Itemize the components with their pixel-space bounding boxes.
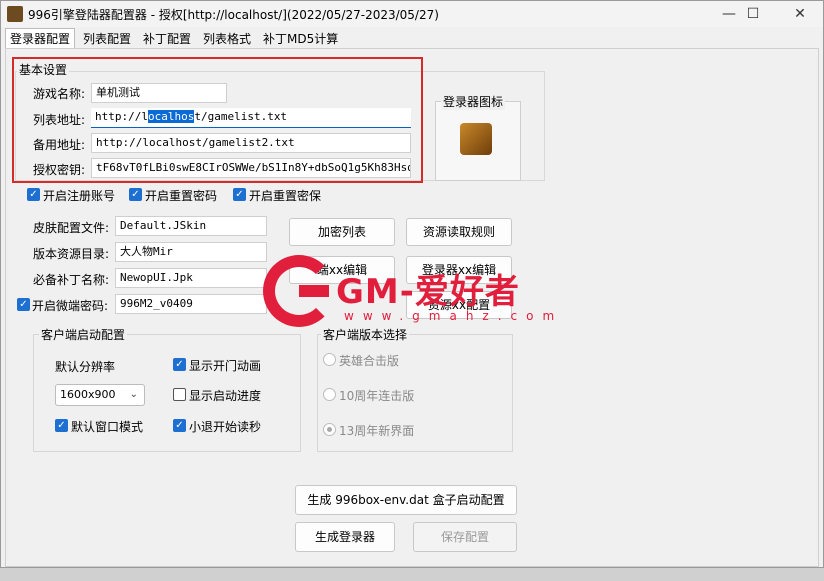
version-10th-label: 10周年连击版 (339, 389, 415, 403)
res-dir-label: 版本资源目录: (33, 247, 110, 261)
desktop-strip (0, 568, 824, 581)
maximize-button[interactable]: ☐ (731, 1, 775, 27)
quick-read-seconds-checkbox[interactable]: ✓ (173, 419, 186, 432)
tab-list-config[interactable]: 列表配置 (83, 29, 131, 49)
version-13th-label: 13周年新界面 (339, 424, 415, 438)
watermark-subtext: www.gmahz.com (344, 309, 564, 323)
version-13th-radio[interactable] (323, 423, 336, 436)
close-button[interactable]: ✕ (778, 1, 822, 27)
launcher-icon-image[interactable] (460, 123, 492, 155)
show-door-anim-label: 显示开门动画 (189, 359, 262, 373)
tab-list-format[interactable]: 列表格式 (203, 29, 251, 49)
tab-patch-config[interactable]: 补丁配置 (143, 29, 191, 49)
app-icon (7, 6, 23, 22)
enable-reset-password-label: 开启重置密码 (145, 189, 218, 203)
resource-rules-button[interactable]: 资源读取规则 (406, 218, 512, 246)
default-window-mode-label: 默认窗口模式 (71, 420, 144, 434)
res-dir-input[interactable]: 大人物Mir (115, 242, 267, 262)
app-window: 996引擎登陆器配置器 - 授权[http://localhost/](2022… (0, 0, 824, 568)
resolution-label: 默认分辨率 (55, 360, 116, 374)
version-10th-radio[interactable] (323, 388, 336, 401)
quick-read-seconds-label: 小退开始读秒 (189, 420, 262, 434)
chevron-down-icon: ⌄ (129, 389, 138, 400)
patch-label: 必备补丁名称: (33, 273, 110, 287)
version-hero-radio[interactable] (323, 353, 336, 366)
title-bar: 996引擎登陆器配置器 - 授权[http://localhost/](2022… (1, 1, 823, 27)
tab-launcher-config[interactable]: 登录器配置 (5, 28, 76, 49)
version-hero-label: 英雄合击版 (339, 354, 400, 368)
generate-box-config-button[interactable]: 生成 996box-env.dat 盒子启动配置 (295, 485, 517, 515)
watermark-text: GM-爱好者 (336, 272, 520, 312)
client-startup-title: 客户端启动配置 (39, 326, 128, 343)
skin-input[interactable]: Default.JSkin (115, 216, 267, 236)
enable-reset-security-label: 开启重置密保 (249, 189, 322, 203)
show-start-progress-label: 显示启动进度 (189, 389, 262, 403)
micro-pwd-input[interactable]: 996M2_v0409 (115, 294, 267, 314)
show-start-progress-checkbox[interactable] (173, 388, 186, 401)
enable-register-label: 开启注册账号 (43, 189, 116, 203)
save-config-button[interactable]: 保存配置 (413, 522, 517, 552)
tab-patch-md5[interactable]: 补丁MD5计算 (263, 29, 338, 49)
enable-register-checkbox[interactable]: ✓ (27, 188, 40, 201)
encrypt-list-button[interactable]: 加密列表 (289, 218, 395, 246)
patch-input[interactable]: NewopUI.Jpk (115, 268, 267, 288)
client-version-title: 客户端版本选择 (321, 326, 410, 343)
show-door-anim-checkbox[interactable]: ✓ (173, 358, 186, 371)
micro-pwd-checkbox[interactable]: ✓ (17, 298, 30, 311)
watermark-logo-bar (299, 285, 329, 297)
enable-reset-security-checkbox[interactable]: ✓ (233, 188, 246, 201)
red-highlight-box (12, 57, 423, 183)
resolution-select[interactable]: 1600x900 ⌄ (55, 384, 145, 406)
launcher-icon-title: 登录器图标 (441, 93, 506, 110)
generate-launcher-button[interactable]: 生成登录器 (295, 522, 395, 552)
skin-label: 皮肤配置文件: (33, 221, 110, 235)
window-title: 996引擎登陆器配置器 - 授权[http://localhost/](2022… (28, 8, 439, 22)
enable-reset-password-checkbox[interactable]: ✓ (129, 188, 142, 201)
micro-pwd-label: 开启微端密码: (32, 299, 109, 313)
default-window-mode-checkbox[interactable]: ✓ (55, 419, 68, 432)
